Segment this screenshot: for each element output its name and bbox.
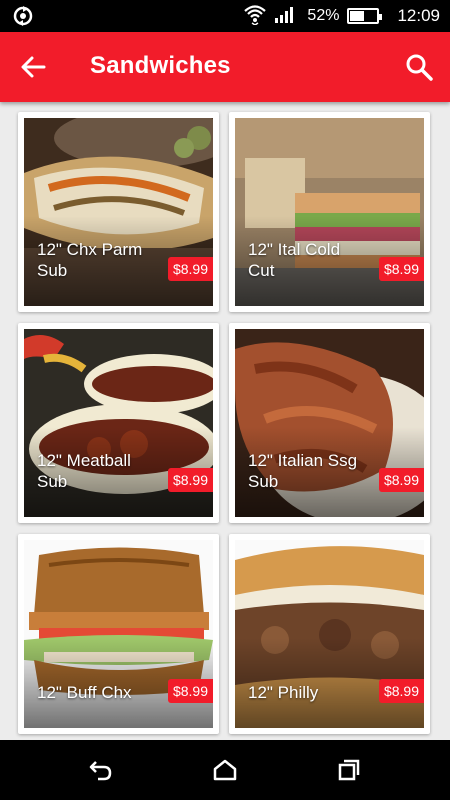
item-price-badge: $8.99 bbox=[378, 679, 424, 703]
system-nav-bar bbox=[0, 740, 450, 800]
nav-recents-button[interactable] bbox=[336, 758, 362, 782]
item-photo: 12" Ital Cold Cut $8.99 bbox=[235, 118, 424, 306]
menu-item-card[interactable]: 12" Chx Parm Sub $8.99 bbox=[18, 112, 219, 312]
item-name: 12" Chx Parm Sub bbox=[37, 240, 143, 280]
back-icon bbox=[89, 761, 112, 781]
search-button[interactable] bbox=[404, 52, 434, 82]
item-name: 12" Buff Chx bbox=[37, 683, 132, 702]
search-icon bbox=[406, 54, 433, 81]
page-title: Sandwiches bbox=[90, 52, 231, 79]
menu-item-card[interactable]: 12" Italian Ssg Sub $8.99 bbox=[229, 323, 430, 523]
battery-icon bbox=[347, 8, 383, 24]
item-price-badge: $8.99 bbox=[167, 257, 213, 281]
item-photo: 12" Philly $8.99 bbox=[235, 540, 424, 728]
item-photo: 12" Chx Parm Sub $8.99 bbox=[24, 118, 213, 306]
nav-home-button[interactable] bbox=[212, 758, 238, 782]
recents-icon bbox=[338, 759, 360, 781]
item-price-badge: $8.99 bbox=[378, 257, 424, 281]
back-button[interactable] bbox=[18, 52, 50, 82]
item-photo: 12" Meatball Sub $8.99 bbox=[24, 329, 213, 517]
item-name: 12" Meatball Sub bbox=[37, 451, 131, 491]
item-photo: 12" Buff Chx $8.99 bbox=[24, 540, 213, 728]
home-icon bbox=[213, 759, 237, 781]
item-price-badge: $8.99 bbox=[378, 468, 424, 492]
menu-item-card[interactable]: 12" Ital Cold Cut $8.99 bbox=[229, 112, 430, 312]
wifi-icon bbox=[243, 3, 267, 30]
menu-item-card[interactable]: 12" Philly $8.99 bbox=[229, 534, 430, 734]
item-name: 12" Italian Ssg Sub bbox=[248, 451, 358, 491]
signal-icon bbox=[275, 5, 297, 28]
app-bar: Sandwiches bbox=[0, 32, 450, 102]
item-price-badge: $8.99 bbox=[167, 468, 213, 492]
item-photo: 12" Italian Ssg Sub $8.99 bbox=[235, 329, 424, 517]
item-price-badge: $8.99 bbox=[167, 679, 213, 703]
sync-icon bbox=[10, 4, 36, 28]
status-bar: 52% 12:09 bbox=[0, 0, 450, 32]
item-name: 12" Ital Cold Cut bbox=[248, 240, 341, 280]
arrow-left-icon bbox=[21, 56, 46, 78]
nav-back-button[interactable] bbox=[88, 758, 114, 782]
item-name: 12" Philly bbox=[248, 683, 319, 702]
battery-percent: 52% bbox=[307, 7, 340, 24]
menu-item-card[interactable]: 12" Buff Chx $8.99 bbox=[18, 534, 219, 734]
clock: 12:09 bbox=[397, 6, 440, 25]
menu-item-card[interactable]: 12" Meatball Sub $8.99 bbox=[18, 323, 219, 523]
